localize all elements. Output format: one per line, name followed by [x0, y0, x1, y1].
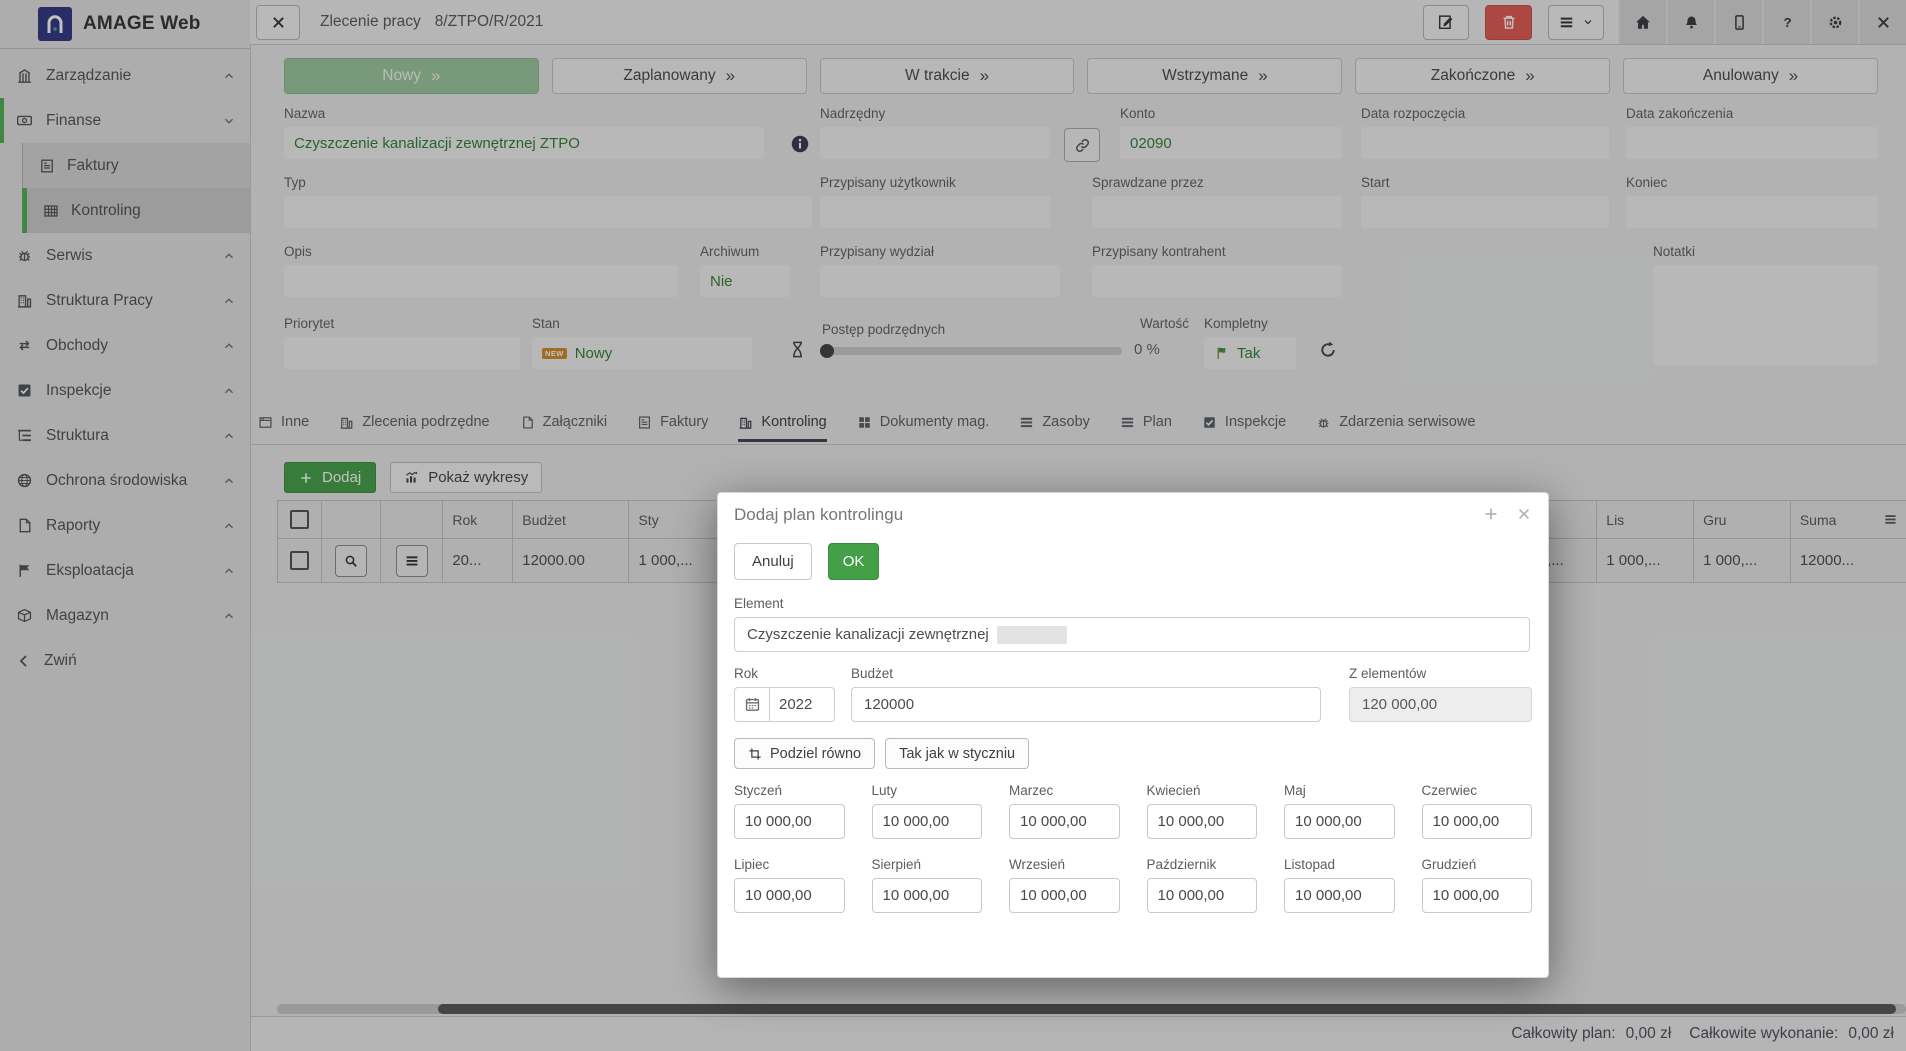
calendar-icon[interactable] — [735, 688, 770, 721]
month-styczen-field[interactable]: 10 000,00 — [734, 804, 845, 839]
month-pazdziernik-field[interactable]: 10 000,00 — [1147, 878, 1258, 913]
month-label: Listopad — [1284, 857, 1395, 872]
month-sierpien-field[interactable]: 10 000,00 — [872, 878, 983, 913]
field-label: Budżet — [851, 666, 893, 681]
month-label: Lipiec — [734, 857, 845, 872]
month-maj-field[interactable]: 10 000,00 — [1284, 804, 1395, 839]
month-label: Czerwiec — [1422, 783, 1533, 798]
field-label: Z elementów — [1349, 666, 1426, 681]
month-kwiecien-field[interactable]: 10 000,00 — [1147, 804, 1258, 839]
redacted-text — [997, 626, 1067, 644]
month-label: Październik — [1147, 857, 1258, 872]
month-label: Marzec — [1009, 783, 1120, 798]
month-wrzesien-field[interactable]: 10 000,00 — [1009, 878, 1120, 913]
month-luty-field[interactable]: 10 000,00 — [872, 804, 983, 839]
split-equal-label: Podziel równo — [770, 746, 861, 762]
month-listopad-field[interactable]: 10 000,00 — [1284, 878, 1395, 913]
split-equal-button[interactable]: Podziel równo — [734, 738, 875, 769]
cancel-button[interactable]: Anuluj — [734, 543, 812, 580]
month-label: Styczeń — [734, 783, 845, 798]
field-label: Rok — [734, 666, 758, 681]
rok-field[interactable]: 2022 — [734, 687, 835, 722]
z-elementow-field: 120 000,00 — [1349, 687, 1532, 722]
month-label: Sierpień — [872, 857, 983, 872]
rok-value: 2022 — [770, 688, 834, 721]
add-plan-dialog: Dodaj plan kontrolingu Anuluj OK Element… — [717, 492, 1549, 978]
dialog-maximize-icon[interactable] — [1483, 505, 1499, 523]
app-window: AMAGE Web Zarządzanie Finanse Faktury Ko… — [0, 0, 1906, 1051]
element-value: Czyszczenie kanalizacji zewnętrznej — [747, 626, 989, 643]
month-czerwiec-field[interactable]: 10 000,00 — [1422, 804, 1533, 839]
month-label: Wrzesień — [1009, 857, 1120, 872]
month-grudzien-field[interactable]: 10 000,00 — [1422, 878, 1533, 913]
ok-button[interactable]: OK — [828, 543, 880, 580]
dialog-buttons: Anuluj OK — [734, 543, 879, 580]
crop-icon — [748, 747, 762, 761]
like-january-button[interactable]: Tak jak w styczniu — [885, 738, 1029, 769]
like-january-label: Tak jak w styczniu — [899, 746, 1015, 762]
element-field[interactable]: Czyszczenie kanalizacji zewnętrznej — [734, 617, 1530, 652]
split-buttons: Podziel równo Tak jak w styczniu — [734, 738, 1029, 769]
month-label: Kwiecień — [1147, 783, 1258, 798]
month-label: Grudzień — [1422, 857, 1533, 872]
month-marzec-field[interactable]: 10 000,00 — [1009, 804, 1120, 839]
budzet-field[interactable]: 120000 — [851, 687, 1321, 722]
dialog-close-icon[interactable] — [1516, 505, 1532, 523]
field-label: Element — [734, 596, 784, 611]
month-label: Luty — [872, 783, 983, 798]
month-label: Maj — [1284, 783, 1395, 798]
month-grid: Styczeń 10 000,00 Luty 10 000,00 Marzec 10 … — [734, 783, 1532, 913]
dialog-title: Dodaj plan kontrolingu — [734, 505, 903, 525]
month-lipiec-field[interactable]: 10 000,00 — [734, 878, 845, 913]
